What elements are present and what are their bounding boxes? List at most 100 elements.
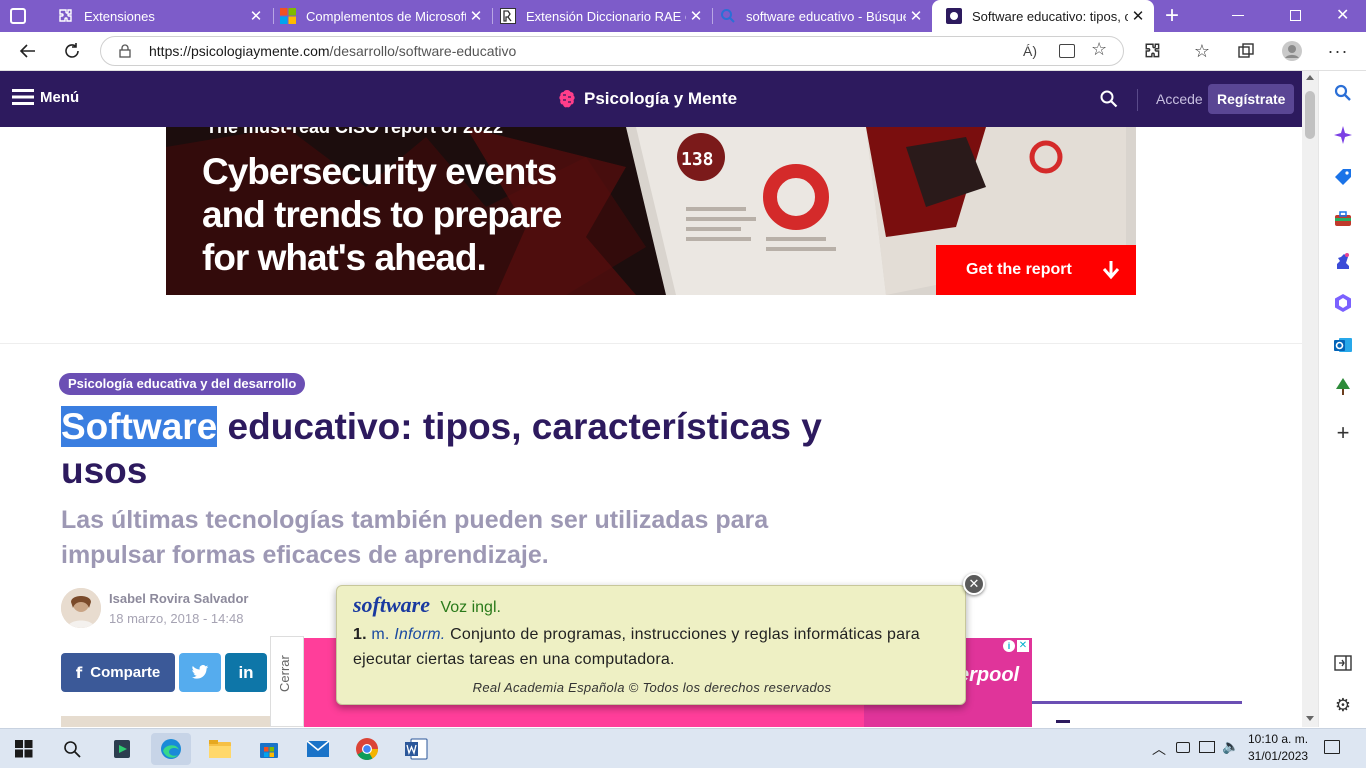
banner-gauge: 138 <box>681 149 714 170</box>
close-tab-icon[interactable]: ✕ <box>686 7 706 25</box>
title-highlighted-word[interactable]: Software <box>61 406 218 447</box>
start-button[interactable] <box>4 733 44 765</box>
sidebar-discover-icon[interactable] <box>1331 123 1355 147</box>
tab-software-educativo[interactable]: Software educativo: tipos, característic… <box>932 0 1154 32</box>
share-facebook-button[interactable]: f Comparte <box>61 653 175 692</box>
article-title: Software educativo: tipos, característic… <box>61 405 861 493</box>
category-badge[interactable]: Psicología educativa y del desarrollo <box>59 373 306 395</box>
taskbar-mail-icon[interactable] <box>298 733 338 765</box>
tab-title: Complementos de Microsoft Edge <box>306 8 466 24</box>
ad-close-label: Cerrar <box>277 655 292 692</box>
scroll-down-icon[interactable] <box>1306 716 1314 721</box>
author-avatar[interactable] <box>61 588 101 628</box>
banner-top-text: The must-read CISO report of 2022 <box>206 127 504 137</box>
share-linkedin-button[interactable]: in <box>225 653 267 692</box>
restore-button[interactable] <box>1290 10 1301 21</box>
brain-icon <box>559 90 575 108</box>
banner-ad[interactable]: 138 The must-read CISO report of 2022 Cy… <box>166 127 1136 295</box>
windows-taskbar: ︿ 🔈 10:10 a. m. 31/01/2023 <box>0 728 1366 768</box>
sidebar-shopping-icon[interactable] <box>1331 165 1355 189</box>
favorites-button[interactable]: ☆ <box>1186 36 1218 66</box>
ad-close-strip[interactable]: Cerrar <box>270 636 304 727</box>
sidebar-search-icon[interactable] <box>1331 81 1355 105</box>
extensions-button[interactable] <box>1137 36 1169 66</box>
sidebar-settings-icon[interactable]: ⚙ <box>1331 693 1355 717</box>
tab-rae-extension[interactable]: Extensión Diccionario RAE en Edge ✕ <box>486 0 712 32</box>
url-host: https://psicologiaymente.com <box>149 43 330 59</box>
sidebar-tree-icon[interactable] <box>1331 375 1355 399</box>
tray-overflow-icon[interactable]: ︿ <box>1152 739 1166 759</box>
site-search-icon[interactable] <box>1100 90 1118 113</box>
tray-date[interactable]: 31/01/2023 <box>1248 749 1308 763</box>
tab-actions-icon[interactable] <box>10 8 26 24</box>
sidebar-card <box>1032 701 1242 727</box>
tray-volume-icon[interactable]: 🔈 <box>1222 738 1239 755</box>
rae-grammar: m. <box>371 626 390 643</box>
puzzle-icon <box>58 8 74 24</box>
back-arrow-icon <box>19 44 35 58</box>
taskbar-app-icon[interactable] <box>102 733 142 765</box>
login-link[interactable]: Accede <box>1156 91 1203 107</box>
url-field[interactable]: https://psicologiaymente.com/desarrollo/… <box>100 36 1124 66</box>
menu-label: Menú <box>40 88 80 106</box>
taskbar-chrome-icon[interactable] <box>347 733 387 765</box>
rae-domain: Inform. <box>394 626 446 643</box>
collections-icon <box>1238 43 1254 58</box>
ad-info-icon[interactable]: i <box>1003 640 1015 652</box>
scroll-thumb[interactable] <box>1305 91 1315 139</box>
taskbar-search-button[interactable] <box>52 733 92 765</box>
read-aloud-icon[interactable]: Á) <box>1023 43 1037 59</box>
favorite-star-icon[interactable]: ☆ <box>1091 39 1107 60</box>
minimize-button[interactable] <box>1232 15 1244 16</box>
lock-icon[interactable] <box>119 44 131 63</box>
ad-close-icon[interactable]: ✕ <box>1017 640 1029 652</box>
hamburger-icon <box>12 89 34 105</box>
tray-network-icon[interactable] <box>1199 741 1215 753</box>
tray-meet-icon[interactable] <box>1176 742 1190 753</box>
taskbar-store-icon[interactable] <box>249 733 289 765</box>
new-tab-button[interactable]: + <box>1158 3 1186 29</box>
settings-more-button[interactable]: ··· <box>1322 36 1354 66</box>
site-logo[interactable]: Psicología y Mente <box>556 88 737 110</box>
tab-bar: Extensiones ✕ Complementos de Microsoft … <box>0 0 1366 32</box>
close-window-button[interactable]: ✕ <box>1336 5 1349 25</box>
close-tab-icon[interactable]: ✕ <box>1128 7 1148 25</box>
sidebar-outlook-icon[interactable] <box>1331 333 1355 357</box>
banner-cta-button[interactable]: Get the report <box>966 260 1120 280</box>
page-scrollbar[interactable] <box>1302 71 1318 727</box>
tab-title: Software educativo: tipos, característic… <box>972 8 1128 24</box>
taskbar-explorer-icon[interactable] <box>200 733 240 765</box>
menu-button[interactable]: Menú <box>12 88 79 106</box>
share-twitter-button[interactable] <box>179 653 221 692</box>
taskbar-word-icon[interactable] <box>396 733 436 765</box>
site-brand: Psicología y Mente <box>584 89 738 108</box>
register-button[interactable]: Regístrate <box>1208 84 1295 114</box>
close-tab-icon[interactable]: ✕ <box>246 7 266 25</box>
collections-button[interactable] <box>1230 36 1262 66</box>
twitter-bird-icon <box>191 665 209 679</box>
site-header: Menú Psicología y Mente Accede Regístrat… <box>0 71 1302 127</box>
tab-edge-addons[interactable]: Complementos de Microsoft Edge ✕ <box>266 0 492 32</box>
notifications-icon[interactable] <box>1324 740 1340 754</box>
tab-extensions[interactable]: Extensiones ✕ <box>44 0 272 32</box>
url-path: /desarrollo/software-educativo <box>329 43 517 59</box>
refresh-button[interactable] <box>56 36 88 66</box>
author-name[interactable]: Isabel Rovira Salvador <box>109 591 248 606</box>
profile-avatar[interactable] <box>1276 36 1308 66</box>
tab-search[interactable]: software educativo - Búsqueda ✕ <box>706 0 932 32</box>
banner-cta-label: Get the report <box>966 261 1072 278</box>
scroll-up-icon[interactable] <box>1306 75 1314 80</box>
tray-time[interactable]: 10:10 a. m. <box>1248 732 1308 746</box>
sidebar-add-icon[interactable]: + <box>1331 420 1355 445</box>
immersive-reader-icon[interactable] <box>1059 44 1075 58</box>
sidebar-hide-icon[interactable] <box>1331 651 1355 675</box>
sidebar-games-icon[interactable] <box>1331 249 1355 273</box>
taskbar-edge-icon[interactable] <box>151 733 191 765</box>
rae-popup-close-icon[interactable]: ✕ <box>963 573 985 595</box>
close-tab-icon[interactable]: ✕ <box>466 7 486 25</box>
rae-word: software <box>353 592 430 617</box>
back-button[interactable] <box>12 36 44 66</box>
sidebar-office-icon[interactable] <box>1331 291 1355 315</box>
sidebar-tools-icon[interactable] <box>1331 207 1355 231</box>
close-tab-icon[interactable]: ✕ <box>906 7 926 25</box>
